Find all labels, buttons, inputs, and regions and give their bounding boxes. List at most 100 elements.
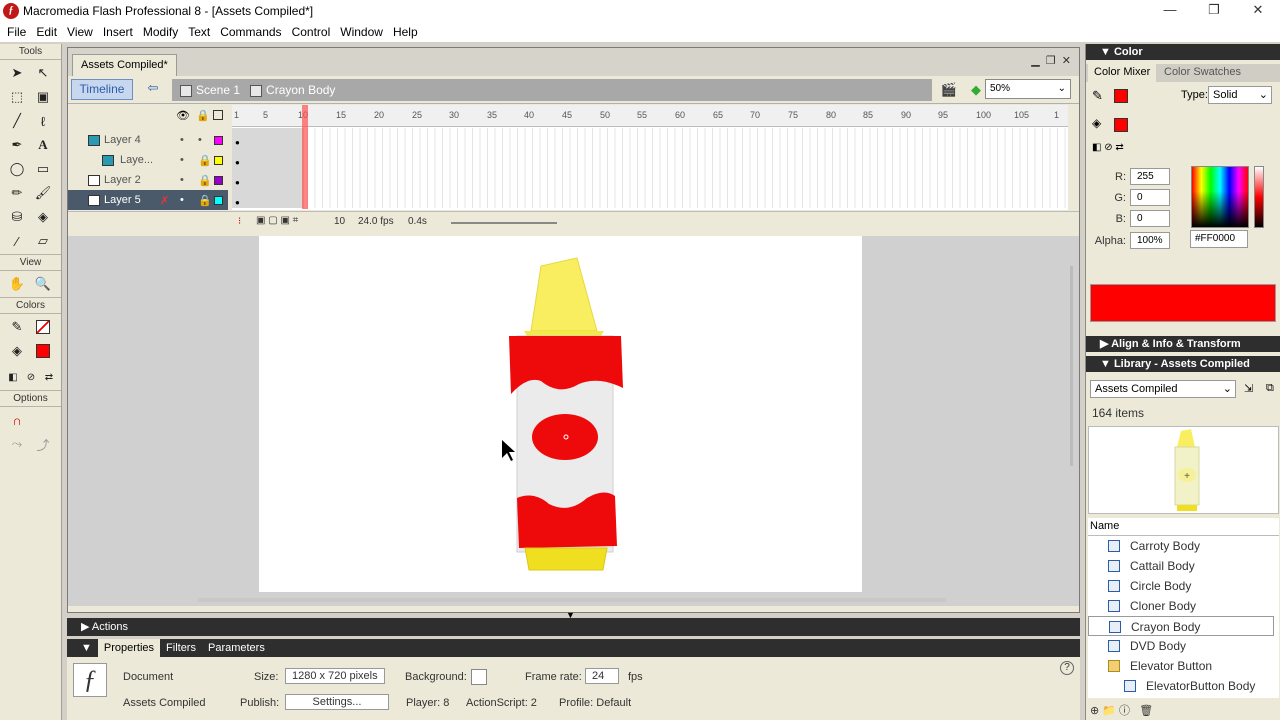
library-item-selected[interactable]: Crayon Body: [1088, 616, 1274, 636]
crayon-body-artwork[interactable]: [259, 236, 862, 592]
fill-bucket-icon[interactable]: ◈: [1092, 116, 1101, 130]
timeline-toggle-button[interactable]: Timeline: [71, 79, 133, 100]
keyframe-span[interactable]: ● ● ● ●: [232, 128, 304, 208]
eyedropper-tool-icon[interactable]: ⁄: [6, 230, 28, 252]
library-panel-header[interactable]: ▼ Library - Assets Compiled: [1086, 356, 1280, 372]
text-tool-icon[interactable]: A: [32, 134, 54, 156]
document-window-controls[interactable]: ▁ ❐ ✕: [1031, 54, 1071, 67]
edit-scene-icon[interactable]: 🎬: [941, 82, 957, 98]
library-item[interactable]: Circle Body: [1088, 576, 1274, 596]
swap-colors-icon[interactable]: ⇄: [42, 366, 56, 388]
library-item[interactable]: ElevatorButton Body: [1088, 676, 1274, 696]
help-icon[interactable]: ?: [1060, 661, 1074, 675]
library-item[interactable]: Carroty Body: [1088, 536, 1274, 556]
layer-row-masked[interactable]: Laye... • 🔒: [68, 150, 228, 170]
ink-bottle-tool-icon[interactable]: ⛁: [6, 206, 28, 228]
eraser-tool-icon[interactable]: ▱: [32, 230, 54, 252]
library-folder[interactable]: Elevator Button: [1088, 656, 1274, 676]
tab-color-mixer[interactable]: Color Mixer: [1088, 64, 1157, 82]
menu-insert[interactable]: Insert: [98, 25, 138, 39]
subselection-tool-icon[interactable]: ↖: [32, 62, 54, 84]
layer-row-layer-4[interactable]: Layer 4 • •: [68, 130, 228, 150]
straighten-icon[interactable]: ⤴: [32, 433, 54, 455]
pen-tool-icon[interactable]: ✒: [6, 134, 28, 156]
mixer-stroke-swatch[interactable]: [1114, 89, 1128, 103]
align-panel-header[interactable]: ▶ Align & Info & Transform: [1086, 336, 1280, 352]
oval-tool-icon[interactable]: ◯: [6, 158, 28, 180]
layer-color-swatch[interactable]: [214, 175, 223, 185]
document-tab[interactable]: Assets Compiled*: [72, 54, 177, 76]
menu-text[interactable]: Text: [183, 25, 215, 39]
layer-color-swatch[interactable]: [214, 155, 223, 165]
mixer-color-tools-icon[interactable]: ◧ ⊘ ⇄: [1092, 142, 1124, 153]
zoom-select[interactable]: 50% ⌄: [985, 79, 1071, 99]
background-color-swatch[interactable]: [471, 669, 487, 685]
hex-input[interactable]: #FF0000: [1190, 230, 1248, 248]
collapse-arrow-icon[interactable]: ▼: [566, 610, 575, 620]
menu-view[interactable]: View: [62, 25, 98, 39]
hand-tool-icon[interactable]: ✋: [6, 273, 28, 295]
red-input[interactable]: 255: [1130, 168, 1170, 185]
settings-button[interactable]: Settings...: [285, 694, 389, 710]
default-colors-icon[interactable]: ◧: [6, 366, 20, 388]
rectangle-tool-icon[interactable]: ▭: [32, 158, 54, 180]
pin-library-icon[interactable]: ⇲: [1244, 382, 1253, 395]
fill-color-icon[interactable]: ◈: [6, 340, 28, 362]
minimize-button[interactable]: —: [1148, 0, 1192, 22]
menu-help[interactable]: Help: [388, 25, 423, 39]
brightness-slider[interactable]: [1254, 166, 1264, 228]
brush-tool-icon[interactable]: 🖌: [32, 182, 54, 204]
fill-type-select[interactable]: Solid ⌄: [1208, 86, 1272, 104]
library-select[interactable]: Assets Compiled ⌄: [1090, 380, 1236, 398]
menu-modify[interactable]: Modify: [138, 25, 183, 39]
layer-row-layer-2[interactable]: Layer 2 • 🔒: [68, 170, 228, 190]
stroke-pencil-icon[interactable]: ✎: [1092, 88, 1103, 104]
back-arrow-icon[interactable]: ⇦: [144, 80, 162, 98]
menu-control[interactable]: Control: [287, 25, 336, 39]
lock-icon[interactable]: 🔒: [198, 154, 212, 167]
lasso-tool-icon[interactable]: ℓ: [32, 110, 54, 132]
menu-commands[interactable]: Commands: [215, 25, 286, 39]
playhead[interactable]: [302, 105, 308, 209]
breadcrumb-symbol[interactable]: Crayon Body: [250, 83, 335, 97]
timeline-scrollbar[interactable]: [451, 222, 557, 224]
stroke-color-icon[interactable]: ✎: [6, 316, 28, 338]
layer-color-swatch[interactable]: [214, 195, 223, 205]
onion-skin-icons[interactable]: ▣ ▢ ▣ ⌗: [256, 215, 298, 226]
frame-grid[interactable]: [232, 128, 1068, 208]
close-button[interactable]: ✕: [1236, 0, 1280, 22]
new-library-panel-icon[interactable]: ⧉: [1266, 382, 1274, 395]
color-panel-header[interactable]: ▼ Color: [1086, 44, 1280, 60]
framerate-input[interactable]: 24: [585, 668, 619, 684]
center-frame-icon[interactable]: ⁝: [238, 216, 241, 227]
line-tool-icon[interactable]: ╱: [6, 110, 28, 132]
pencil-tool-icon[interactable]: ✏: [6, 182, 28, 204]
selection-tool-icon[interactable]: ➤: [6, 62, 28, 84]
actions-panel-header[interactable]: ▶ Actions: [67, 618, 1080, 636]
green-input[interactable]: 0: [1130, 189, 1170, 206]
fill-transform-tool-icon[interactable]: ▣: [32, 86, 54, 108]
free-transform-tool-icon[interactable]: ⬚: [6, 86, 28, 108]
layer-color-swatch[interactable]: [214, 135, 223, 145]
no-color-icon[interactable]: ⊘: [24, 366, 38, 388]
color-spectrum[interactable]: [1191, 166, 1249, 228]
menu-edit[interactable]: Edit: [31, 25, 62, 39]
collapse-triangle-icon[interactable]: ▼: [67, 639, 98, 657]
frame-ruler[interactable]: 1 5 10 15 20 25 30 35 40 45 50 55 60 65 …: [232, 105, 1068, 127]
stage[interactable]: [259, 236, 862, 592]
tab-properties[interactable]: Properties: [97, 639, 161, 657]
tab-parameters[interactable]: Parameters: [202, 639, 271, 657]
size-button[interactable]: 1280 x 720 pixels: [285, 668, 385, 684]
smooth-icon[interactable]: ⤳: [6, 433, 28, 455]
paint-bucket-tool-icon[interactable]: ◈: [32, 206, 54, 228]
outline-all-icon[interactable]: [213, 110, 223, 120]
restore-button[interactable]: ❐: [1192, 0, 1236, 22]
tab-color-swatches[interactable]: Color Swatches: [1164, 66, 1241, 78]
zoom-tool-icon[interactable]: 🔍: [32, 273, 54, 295]
show-hide-all-icon[interactable]: 👁: [176, 109, 190, 122]
mixer-fill-swatch[interactable]: [1114, 118, 1128, 132]
menu-file[interactable]: File: [2, 25, 31, 39]
library-column-header[interactable]: Name: [1088, 518, 1279, 536]
lock-icon[interactable]: 🔒: [198, 174, 212, 187]
snap-to-objects-icon[interactable]: ∩: [6, 409, 28, 431]
